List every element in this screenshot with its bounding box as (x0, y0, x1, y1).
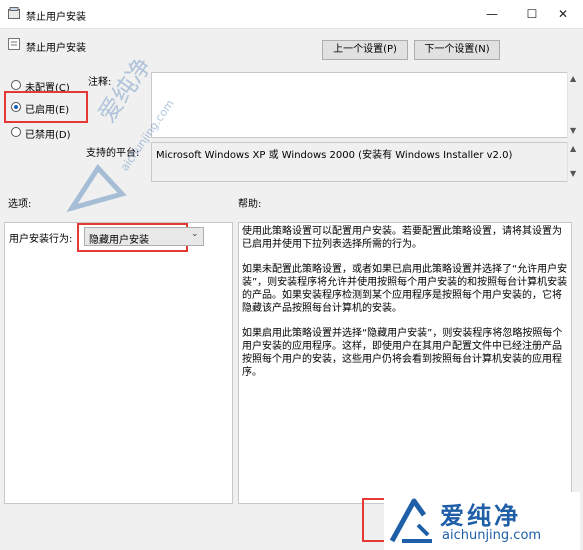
radio-enabled[interactable] (11, 102, 21, 112)
help-paragraph: 使用此策略设置可以配置用户安装。若要配置此策略设置，请将其设置为已启用并使用下拉… (242, 226, 562, 250)
radio-not-configured[interactable] (11, 80, 21, 90)
policy-app-icon (8, 7, 20, 19)
chevron-down-icon[interactable]: ⌄ (191, 229, 199, 239)
behavior-dropdown-value: 隐藏用户安装 (89, 235, 149, 246)
chevron-down-icon[interactable]: ▼ (570, 126, 576, 135)
chevron-up-icon[interactable]: ▲ (570, 74, 576, 83)
prev-setting-button[interactable]: 上一个设置(P) (322, 40, 408, 60)
help-section-label: 帮助: (238, 199, 262, 210)
watermark-logo-cn: 爱纯净 (440, 502, 521, 530)
help-paragraph: 如果启用此策略设置并选择“隐藏用户安装”，则安装程序将忽略按照每个用户安装的应用… (242, 328, 563, 378)
close-button[interactable]: ✕ (543, 0, 583, 28)
policy-icon (8, 38, 20, 50)
platform-value: Microsoft Windows XP 或 Windows 2000 (安装有… (156, 150, 513, 161)
behavior-label: 用户安装行为: (9, 234, 73, 245)
bottom-highlight-box (362, 498, 384, 542)
window-title: 禁止用户安装 (26, 12, 86, 23)
options-section-label: 选项: (8, 199, 32, 210)
policy-name: 禁止用户安装 (26, 43, 86, 54)
watermark-logo-url: aichunjing.com (442, 528, 542, 543)
next-setting-button[interactable]: 下一个设置(N) (414, 40, 500, 60)
options-panel (4, 222, 233, 504)
help-paragraph: 如果未配置此策略设置，或者如果已启用此策略设置并选择了“允许用户安装”，则安装程… (242, 264, 568, 314)
chevron-up-icon[interactable]: ▲ (570, 144, 576, 153)
comment-input[interactable] (151, 72, 568, 138)
help-text: 使用此策略设置可以配置用户安装。若要配置此策略设置，请将其设置为已启用并使用下拉… (242, 225, 568, 391)
watermark-logo-icon (388, 497, 438, 548)
radio-disabled[interactable] (11, 127, 21, 137)
chevron-down-icon[interactable]: ▼ (570, 169, 576, 178)
minimize-button[interactable]: — (472, 0, 512, 28)
